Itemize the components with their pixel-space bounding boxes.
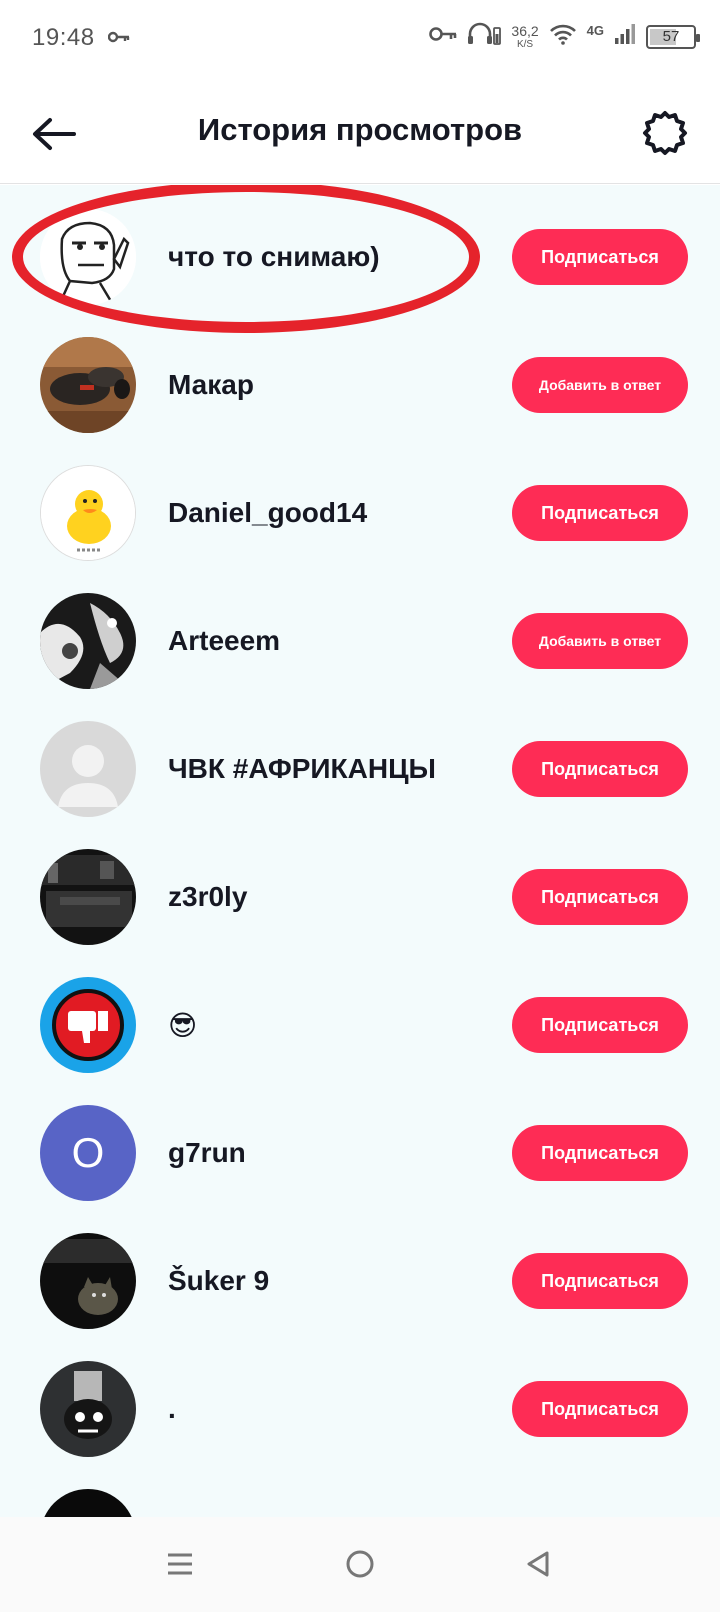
system-nav-bar bbox=[0, 1517, 720, 1612]
avatar[interactable] bbox=[40, 849, 136, 945]
home-circle-icon bbox=[346, 1550, 374, 1578]
avatar[interactable] bbox=[40, 465, 136, 561]
back-triangle-icon bbox=[527, 1551, 549, 1577]
list-item[interactable]: O g7run Подписаться bbox=[0, 1089, 720, 1217]
page-title: История просмотров bbox=[197, 112, 523, 147]
avatar bbox=[40, 1489, 136, 1517]
list-item[interactable]: что то снимаю) Подписаться bbox=[0, 185, 720, 333]
list-item-partial bbox=[0, 1473, 720, 1517]
network-speed: 36,2 K/S bbox=[511, 24, 538, 50]
username[interactable]: z3r0ly bbox=[168, 833, 247, 961]
username[interactable]: Daniel_good14 bbox=[168, 449, 367, 577]
signal-icon bbox=[614, 23, 636, 50]
follow-button[interactable]: Подписаться bbox=[512, 1125, 688, 1181]
dark-cat-avatar-icon bbox=[40, 1233, 136, 1329]
avatar-letter: O bbox=[71, 1129, 105, 1176]
page-header: История просмотров bbox=[0, 82, 720, 184]
shoes-photo-avatar-icon bbox=[40, 337, 136, 433]
bw-photo-avatar-icon bbox=[40, 593, 136, 689]
duck-avatar-icon bbox=[41, 466, 135, 560]
add-to-reply-button[interactable]: Добавить в ответ bbox=[512, 357, 688, 413]
avatar[interactable] bbox=[40, 1361, 136, 1457]
key-icon bbox=[429, 25, 457, 48]
network-speed-unit: K/S bbox=[516, 38, 534, 50]
avatar[interactable] bbox=[40, 593, 136, 689]
list-item[interactable]: Arteeem Добавить в ответ bbox=[0, 577, 720, 705]
username[interactable]: Arteeem bbox=[168, 577, 280, 705]
network-speed-value: 36,2 bbox=[511, 22, 539, 39]
home-button[interactable] bbox=[335, 1539, 385, 1589]
follow-button[interactable]: Подписаться bbox=[512, 485, 688, 541]
status-icons: 36,2 K/S 4G 57 bbox=[429, 22, 700, 51]
list-item[interactable]: . Подписаться bbox=[0, 1345, 720, 1473]
recent-apps-button[interactable] bbox=[155, 1539, 205, 1589]
viewers-list: что то снимаю) Подписаться Макар Добавит… bbox=[0, 185, 720, 1517]
username[interactable]: . bbox=[168, 1345, 176, 1473]
follow-button[interactable]: Подписаться bbox=[512, 869, 688, 925]
follow-button[interactable]: Подписаться bbox=[512, 1381, 688, 1437]
avatar[interactable] bbox=[40, 337, 136, 433]
settings-button[interactable] bbox=[640, 108, 690, 158]
username[interactable]: ЧВК #АФРИКАНЦЫ bbox=[168, 705, 436, 833]
list-item[interactable]: 😎 Подписаться bbox=[0, 961, 720, 1089]
list-item[interactable]: ЧВК #АФРИКАНЦЫ Подписаться bbox=[0, 705, 720, 833]
dislike-logo-avatar-icon bbox=[40, 977, 136, 1073]
default-user-avatar-icon bbox=[40, 721, 136, 817]
list-item[interactable]: z3r0ly Подписаться bbox=[0, 833, 720, 961]
list-item[interactable]: Daniel_good14 Подписаться bbox=[0, 449, 720, 577]
face-photo-avatar-icon bbox=[40, 1361, 136, 1457]
status-bar: 19:48 36,2 K/S 4G 57 bbox=[0, 0, 720, 82]
list-item[interactable]: Макар Добавить в ответ bbox=[0, 321, 720, 449]
add-to-reply-button[interactable]: Добавить в ответ bbox=[512, 613, 688, 669]
headphones-battery-icon bbox=[467, 22, 502, 51]
battery-icon: 57 bbox=[646, 24, 700, 49]
menu-lines-icon bbox=[168, 1553, 192, 1575]
username[interactable]: g7run bbox=[168, 1089, 246, 1217]
status-time: 19:48 bbox=[32, 24, 95, 51]
username[interactable]: Макар bbox=[168, 321, 254, 449]
follow-button[interactable]: Подписаться bbox=[512, 229, 688, 285]
avatar[interactable] bbox=[40, 721, 136, 817]
follow-button[interactable]: Подписаться bbox=[512, 741, 688, 797]
username[interactable]: Šuker 9 bbox=[168, 1217, 269, 1345]
list-item[interactable]: Šuker 9 Подписаться bbox=[0, 1217, 720, 1345]
username[interactable]: 😎 bbox=[168, 961, 197, 1089]
network-type: 4G bbox=[586, 23, 604, 38]
follow-button[interactable]: Подписаться bbox=[512, 997, 688, 1053]
meme-face-avatar-icon bbox=[40, 209, 136, 305]
dark-photo-avatar-icon bbox=[40, 849, 136, 945]
avatar[interactable]: O bbox=[40, 1105, 136, 1201]
gear-icon bbox=[643, 111, 687, 155]
battery-percent: 57 bbox=[662, 28, 680, 45]
system-back-button[interactable] bbox=[513, 1539, 563, 1589]
follow-button[interactable]: Подписаться bbox=[512, 1253, 688, 1309]
avatar[interactable] bbox=[40, 977, 136, 1073]
vpn-key-icon bbox=[107, 30, 130, 49]
wifi-icon bbox=[549, 23, 577, 50]
avatar[interactable] bbox=[40, 1233, 136, 1329]
avatar[interactable] bbox=[40, 209, 136, 305]
username[interactable]: что то снимаю) bbox=[168, 193, 380, 321]
